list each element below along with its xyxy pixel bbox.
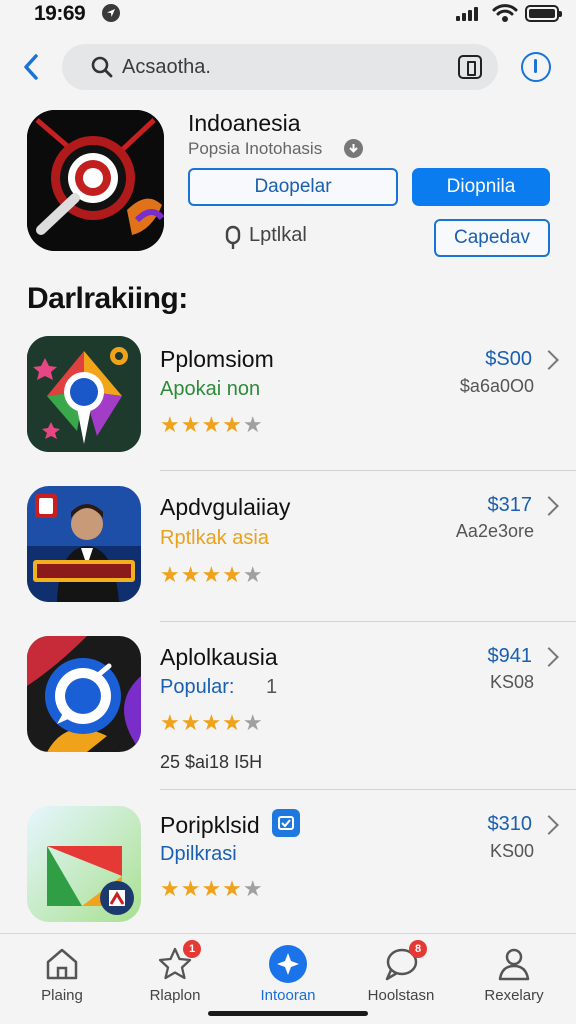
- tab-home[interactable]: Plaing: [12, 934, 112, 1024]
- app-name: Pplomsiom: [160, 346, 274, 372]
- app-name: Apdvgulaiiay: [160, 494, 291, 520]
- outline-button[interactable]: Daopelar: [188, 168, 398, 206]
- app-price[interactable]: $310: [488, 813, 533, 836]
- battery-icon: [525, 5, 562, 22]
- location-label: Lptlkal: [249, 224, 307, 246]
- app-subtitle: Rptlkak asia: [160, 527, 269, 549]
- tab-profile[interactable]: Rexelary: [464, 934, 564, 1024]
- app-name: Poripklsid: [160, 812, 260, 838]
- app-price[interactable]: $317: [488, 494, 533, 517]
- app-icon: [27, 636, 141, 752]
- search-input[interactable]: Acsaotha.: [62, 44, 498, 90]
- app-icon: [27, 806, 141, 922]
- person-icon: [498, 948, 530, 981]
- tab-label: Rexelary: [484, 987, 544, 1004]
- scan-icon[interactable]: [458, 55, 482, 79]
- tab-label: Hoolstasn: [367, 987, 435, 1004]
- notification-badge: 1: [183, 940, 201, 958]
- home-icon: [46, 948, 78, 980]
- back-button[interactable]: [18, 50, 44, 84]
- status-bar: 19:69: [0, 0, 576, 30]
- chevron-right-icon: [539, 815, 559, 835]
- divider: [160, 470, 576, 471]
- app-subtitle: Popular:: [160, 676, 235, 698]
- star-rating: ★★★★★: [160, 562, 264, 587]
- search-query: Acsaotha.: [122, 56, 211, 78]
- signal-icon: [456, 5, 484, 21]
- app-size: Aa2e3ore: [455, 521, 534, 541]
- section-title: Darlrakiing:: [27, 282, 188, 315]
- search-icon: [91, 56, 113, 78]
- info-button[interactable]: [521, 52, 551, 82]
- hero-app-icon[interactable]: [27, 110, 164, 251]
- status-time: 19:69: [34, 2, 86, 25]
- divider: [160, 621, 576, 622]
- app-icon: [27, 486, 141, 602]
- star-rating: ★★★★★: [160, 876, 264, 901]
- location-arrow-icon: [102, 4, 120, 22]
- wifi-icon: [492, 4, 518, 22]
- star-rating: ★★★★★: [160, 412, 264, 437]
- divider: [160, 789, 576, 790]
- secondary-button[interactable]: Capedav: [434, 219, 550, 257]
- tab-label: Plaing: [41, 987, 83, 1004]
- chevron-right-icon: [539, 350, 559, 370]
- app-price[interactable]: $941: [488, 645, 533, 668]
- app-size: $a6a0O0: [459, 376, 534, 396]
- hero-subtitle: Popsia Inotohasis: [188, 139, 323, 158]
- home-indicator: [208, 1011, 368, 1016]
- app-meta: 25 $ai18 I5H: [160, 752, 263, 772]
- app-subtitle: Apokai non: [160, 378, 261, 400]
- app-size: KS08: [489, 672, 534, 692]
- tab-label: Rlaplon: [149, 987, 201, 1004]
- hero-title: Indoanesia: [188, 110, 301, 136]
- star-rating: ★★★★★: [160, 710, 264, 735]
- primary-button[interactable]: Diopnila: [412, 168, 550, 206]
- compass-icon: [269, 945, 307, 983]
- app-subtitle-count: 1: [266, 676, 278, 698]
- verified-badge-icon: [272, 809, 300, 837]
- app-size: KS00: [489, 841, 534, 861]
- notification-badge: 8: [409, 940, 427, 958]
- app-icon: [27, 336, 141, 452]
- app-name: Aplolkausia: [160, 644, 278, 670]
- tab-label: Intooran: [260, 987, 316, 1004]
- app-subtitle: Dpilkrasi: [160, 843, 237, 865]
- chevron-right-icon: [539, 647, 559, 667]
- chevron-right-icon: [539, 496, 559, 516]
- location-pin-icon: [225, 225, 241, 249]
- download-icon[interactable]: [344, 139, 363, 158]
- app-price[interactable]: $S00: [485, 348, 532, 371]
